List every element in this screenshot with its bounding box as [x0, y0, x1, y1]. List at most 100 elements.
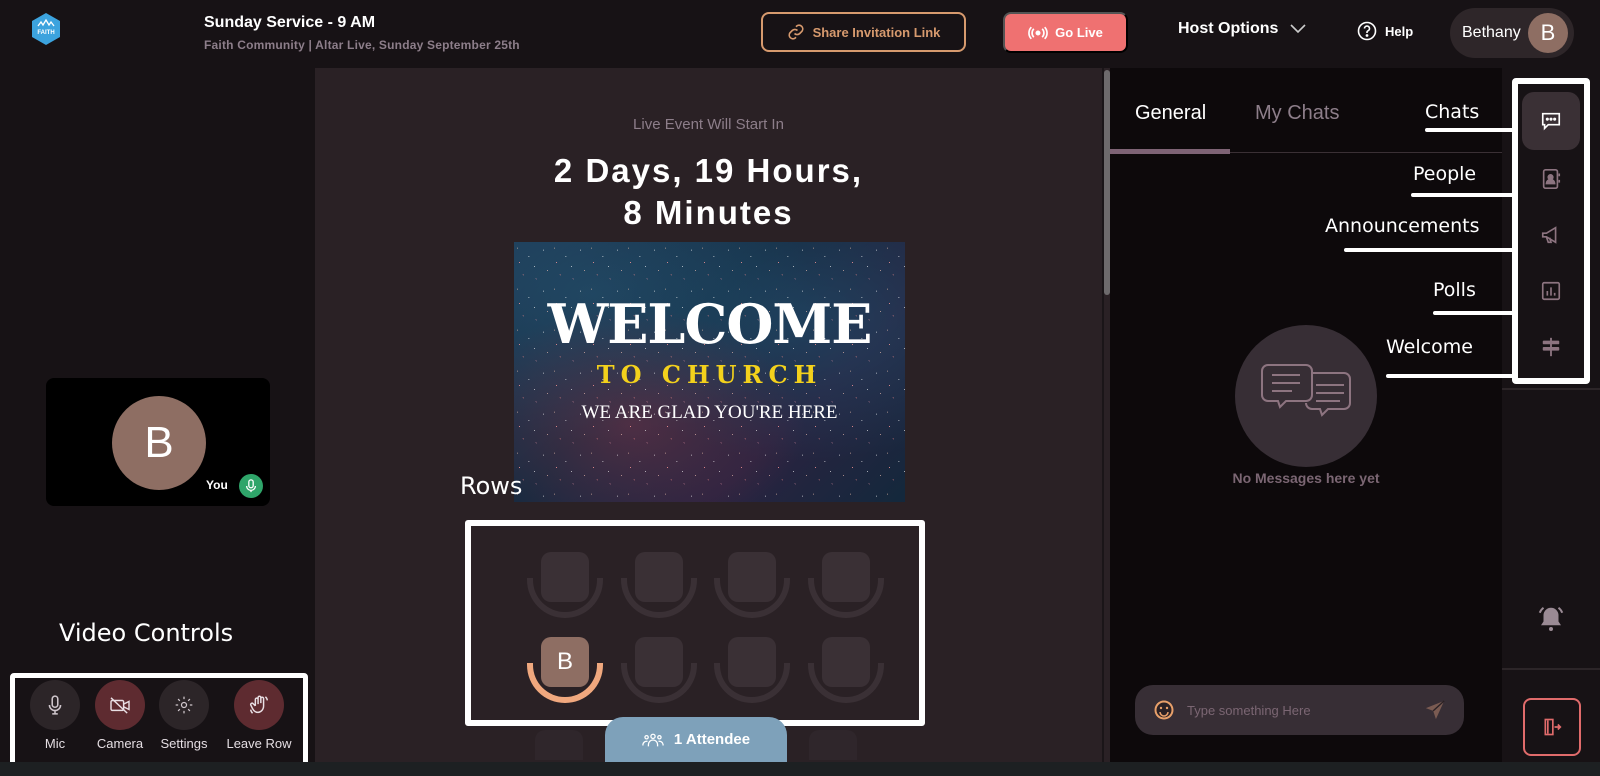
seat-r2-c2[interactable] — [621, 637, 697, 709]
partial-seat — [809, 730, 857, 760]
leave-row-control[interactable]: Leave Row — [224, 680, 294, 751]
link-icon — [788, 24, 804, 40]
mic-label: Mic — [44, 736, 66, 751]
callout-people: People — [1413, 163, 1477, 185]
rail-divider — [1502, 668, 1600, 670]
user-name: Bethany — [1462, 24, 1521, 41]
leave-row-button[interactable] — [234, 680, 284, 730]
seat-r2-c4[interactable] — [808, 637, 884, 709]
faith-church-logo[interactable]: FAITH — [32, 13, 60, 45]
people-group-icon — [642, 733, 664, 746]
chat-composer — [1135, 685, 1464, 735]
welcome-tagline: WE ARE GLAD YOU'RE HERE — [581, 402, 838, 423]
welcome-slide-image: WELCOME TO CHURCH WE ARE GLAD YOU'RE HER… — [514, 242, 905, 502]
host-options-dropdown[interactable]: Host Options — [1178, 20, 1307, 38]
seating-rows: B — [465, 520, 925, 726]
tab-my-chats[interactable]: My Chats — [1255, 102, 1339, 125]
partial-seat — [535, 730, 583, 760]
settings-control[interactable]: Settings — [154, 680, 214, 751]
go-live-button[interactable]: Go Live — [1003, 12, 1128, 53]
empty-chat-message: No Messages here yet — [1232, 470, 1380, 486]
settings-label: Settings — [160, 736, 208, 751]
callout-line — [1386, 374, 1515, 378]
chevron-down-icon — [1290, 24, 1307, 34]
countdown-timer: 2 Days, 19 Hours, 8 Minutes — [315, 150, 1102, 234]
wave-hand-icon — [250, 695, 268, 714]
attendee-count: 1 Attendee — [673, 731, 751, 748]
bottom-strip — [0, 762, 1600, 776]
callout-line — [1433, 311, 1515, 315]
left-panel: B You — [0, 68, 315, 762]
exit-event-button[interactable] — [1523, 698, 1581, 756]
self-avatar: B — [112, 396, 206, 490]
seat-r1-c3[interactable] — [714, 552, 790, 624]
seat-back — [822, 552, 870, 602]
chat-message-input[interactable] — [1187, 702, 1412, 718]
event-title: Sunday Service - 9 AM — [204, 14, 376, 31]
self-video-tile: B You — [46, 378, 270, 506]
countdown-line-1: 2 Days, 19 Hours, — [553, 152, 864, 189]
question-circle-icon — [1357, 21, 1377, 41]
rail-annotation-box — [1512, 78, 1590, 384]
camera-off-icon — [110, 697, 130, 714]
tab-general[interactable]: General — [1135, 102, 1206, 125]
seat-occupant-avatar: B — [541, 637, 589, 687]
svg-text:FAITH: FAITH — [37, 30, 54, 36]
rows-annotation: Rows — [460, 472, 523, 500]
callout-line — [1344, 248, 1515, 252]
mic-on-badge — [239, 474, 263, 498]
video-controls-annotation: Video Controls — [59, 619, 234, 647]
seat-r2-c1-occupied[interactable]: B — [527, 637, 603, 709]
callout-welcome: Welcome — [1386, 336, 1473, 358]
seat-r1-c1[interactable] — [527, 552, 603, 624]
camera-button[interactable] — [95, 680, 145, 730]
top-header: FAITH Sunday Service - 9 AM Faith Commun… — [0, 0, 1600, 68]
seat-back — [635, 552, 683, 602]
share-invitation-link-button[interactable]: Share Invitation Link — [761, 12, 966, 52]
mic-button[interactable] — [30, 680, 80, 730]
app-root: FAITH Sunday Service - 9 AM Faith Commun… — [0, 0, 1600, 776]
go-live-label: Go Live — [1055, 25, 1103, 40]
seat-back — [728, 637, 776, 687]
event-subtitle: Faith Community | Altar Live, Sunday Sep… — [204, 38, 520, 52]
attendee-count-button[interactable]: 1 Attendee — [605, 717, 787, 762]
video-controls: Mic Camera Settings Leave Row — [10, 673, 308, 769]
you-label: You — [206, 478, 228, 492]
chat-bubbles-icon — [1261, 364, 1351, 417]
callout-chats: Chats — [1425, 101, 1480, 123]
mic-icon — [48, 695, 62, 715]
callout-announcements: Announcements — [1325, 215, 1480, 237]
active-tab-indicator — [1110, 149, 1230, 154]
countdown-line-2: 8 Minutes — [623, 194, 794, 231]
seat-back — [822, 637, 870, 687]
leave-row-label: Leave Row — [226, 736, 292, 751]
camera-control[interactable]: Camera — [90, 680, 150, 751]
emoji-icon[interactable] — [1153, 699, 1175, 721]
help-button[interactable]: Help — [1357, 21, 1413, 41]
main-stage: Live Event Will Start In 2 Days, 19 Hour… — [315, 68, 1102, 762]
welcome-subtitle: TO CHURCH — [596, 360, 823, 389]
send-icon[interactable] — [1424, 699, 1446, 721]
exit-door-icon — [1544, 718, 1562, 736]
callout-polls: Polls — [1433, 279, 1476, 301]
mic-icon — [245, 479, 257, 493]
seat-r1-c4[interactable] — [808, 552, 884, 624]
empty-chat-illustration — [1235, 325, 1377, 467]
seat-r2-c3[interactable] — [714, 637, 790, 709]
callout-line — [1425, 128, 1515, 132]
mic-control[interactable]: Mic — [25, 680, 85, 751]
user-menu[interactable]: Bethany B — [1450, 8, 1574, 58]
seat-r1-c2[interactable] — [621, 552, 697, 624]
share-label: Share Invitation Link — [812, 24, 941, 40]
seat-back — [541, 552, 589, 602]
host-options-label: Host Options — [1178, 20, 1279, 37]
callout-line — [1411, 193, 1515, 197]
welcome-title: WELCOME — [547, 292, 873, 356]
camera-label: Camera — [96, 736, 144, 751]
seat-back — [635, 637, 683, 687]
help-label: Help — [1385, 23, 1414, 39]
bell-notification-icon[interactable] — [1536, 604, 1566, 634]
rail-divider — [1502, 388, 1600, 390]
countdown-label: Live Event Will Start In — [633, 116, 784, 133]
settings-button[interactable] — [159, 680, 209, 730]
